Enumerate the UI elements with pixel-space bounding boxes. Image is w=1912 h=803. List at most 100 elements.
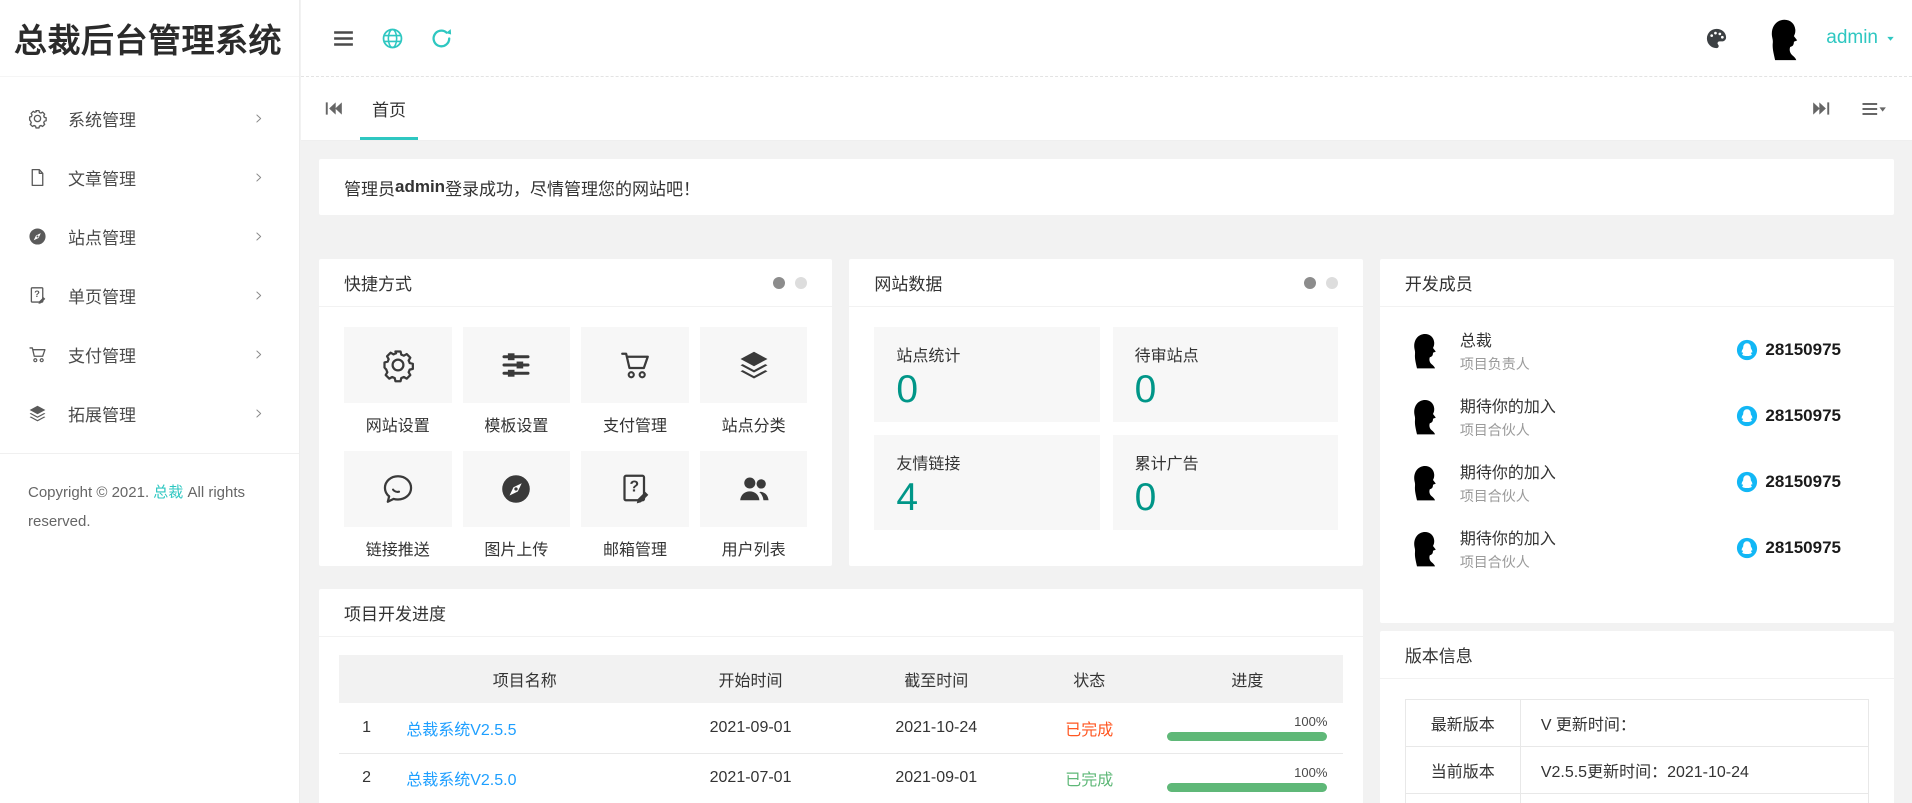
panel-title: 快捷方式: [344, 270, 412, 295]
layers-icon: [27, 403, 48, 424]
sidebar-item-system[interactable]: 系统管理: [0, 89, 299, 148]
sidebar-item-article[interactable]: 文章管理: [0, 148, 299, 207]
shortcut-link-push[interactable]: 链接推送: [344, 451, 452, 566]
users-icon: [736, 471, 772, 507]
list-caret-icon: [1860, 98, 1887, 120]
progress-percent: 100%: [1167, 765, 1327, 780]
row-index: 2: [339, 753, 394, 803]
progress-bar: 100%: [1167, 765, 1327, 792]
shortcut-payment[interactable]: 支付管理: [581, 327, 689, 451]
sidebar-item-label: 拓展管理: [68, 401, 252, 426]
main-content: 管理员 admin 登录成功，尽情管理您的网站吧！ 快捷方式: [301, 141, 1912, 803]
sidebar-item-page[interactable]: 单页管理: [0, 266, 299, 325]
layers-icon: [736, 347, 772, 383]
gear-icon: [27, 108, 48, 129]
welcome-username: admin: [395, 177, 445, 197]
qq-icon: [1736, 471, 1758, 493]
chevron-right-icon: [252, 230, 265, 243]
carousel-dot-active[interactable]: [1304, 277, 1316, 289]
sidebar-item-label: 支付管理: [68, 342, 252, 367]
col-project-name: 项目名称: [394, 655, 655, 703]
carousel-dot-active[interactable]: [773, 277, 785, 289]
chat-smile-icon: [380, 471, 416, 507]
compass-icon: [27, 226, 48, 247]
col-end-date: 截至时间: [846, 655, 1027, 703]
menu-toggle-button[interactable]: [331, 26, 356, 51]
gear-icon: [380, 347, 416, 383]
carousel-dot[interactable]: [795, 277, 807, 289]
sidebar-item-label: 单页管理: [68, 283, 252, 308]
qq-contact[interactable]: 28150975: [1736, 339, 1841, 361]
qq-icon: [1736, 339, 1758, 361]
member-avatar: [1405, 462, 1445, 502]
progress-bar: 100%: [1167, 714, 1327, 741]
tabs-menu-button[interactable]: [1860, 98, 1887, 120]
project-link[interactable]: 总裁系统V2.5.5: [406, 722, 516, 739]
version-panel: 版本信息 最新版本 V 更新时间： 当前版本 V2.5.5更新时间：2021-1…: [1380, 631, 1894, 803]
version-table: 最新版本 V 更新时间： 当前版本 V2.5.5更新时间：2021-10-24: [1405, 699, 1869, 803]
palette-icon: [1704, 26, 1729, 51]
member-avatar: [1405, 528, 1445, 568]
start-date: 2021-07-01: [655, 753, 846, 803]
status-badge: 已完成: [1065, 722, 1113, 739]
topbar: admin: [301, 0, 1912, 77]
compass-icon: [498, 471, 534, 507]
page-edit-icon: [617, 471, 653, 507]
brand-link[interactable]: 总裁: [153, 484, 183, 501]
carousel-dots: [773, 277, 807, 289]
progress-percent: 100%: [1167, 714, 1327, 729]
stat-value: 0: [896, 368, 1077, 413]
sidebar-menu: 系统管理 文章管理 站点管理 单页管理 支付管理 拓展管理: [0, 77, 299, 443]
tabbar: 首页: [301, 77, 1912, 141]
theme-button[interactable]: [1704, 26, 1729, 51]
stat-card-sites: 站点统计 0: [874, 327, 1099, 422]
project-link[interactable]: 总裁系统V2.5.0: [406, 772, 516, 789]
chevron-right-icon: [252, 289, 265, 302]
version-row: [1406, 794, 1868, 803]
team-member: 总裁 项目负责人 28150975: [1405, 317, 1869, 383]
shortcut-site-category[interactable]: 站点分类: [700, 327, 808, 451]
project-progress-panel: 项目开发进度 项目名称 开始时间 截至时间 状态 进度: [319, 589, 1363, 803]
tabs-scroll-right-button[interactable]: [1811, 98, 1832, 119]
chevron-right-icon: [252, 348, 265, 361]
panel-title: 项目开发进度: [344, 600, 446, 625]
qq-icon: [1736, 405, 1758, 427]
refresh-icon: [429, 26, 454, 51]
qq-contact[interactable]: 28150975: [1736, 405, 1841, 427]
cart-icon: [617, 347, 653, 383]
shortcut-user-list[interactable]: 用户列表: [700, 451, 808, 566]
qq-contact[interactable]: 28150975: [1736, 537, 1841, 559]
qq-contact[interactable]: 28150975: [1736, 471, 1841, 493]
member-avatar: [1405, 330, 1445, 370]
sidebar-item-label: 系统管理: [68, 106, 252, 131]
stat-card-ads: 累计广告 0: [1113, 435, 1338, 530]
team-member: 期待你的加入 项目合伙人 28150975: [1405, 383, 1869, 449]
sidebar-item-payment[interactable]: 支付管理: [0, 325, 299, 384]
shortcut-site-settings[interactable]: 网站设置: [344, 327, 452, 451]
site-stats-panel: 网站数据 站点统计 0 待审站点 0: [849, 259, 1362, 566]
sidebar-item-site[interactable]: 站点管理: [0, 207, 299, 266]
tab-home[interactable]: 首页: [354, 77, 424, 140]
progress-table: 项目名称 开始时间 截至时间 状态 进度 1 总裁系统V2.5.5: [339, 655, 1343, 803]
panel-title: 开发成员: [1405, 270, 1473, 295]
shortcut-mailbox[interactable]: 邮箱管理: [581, 451, 689, 566]
col-status: 状态: [1027, 655, 1152, 703]
team-member: 期待你的加入 项目合伙人 28150975: [1405, 515, 1869, 581]
language-button[interactable]: [380, 26, 405, 51]
version-row: 最新版本 V 更新时间：: [1406, 700, 1868, 747]
user-dropdown[interactable]: admin: [1826, 27, 1896, 49]
sidebar-item-extension[interactable]: 拓展管理: [0, 384, 299, 443]
refresh-button[interactable]: [429, 26, 454, 51]
sidebar-item-label: 文章管理: [68, 165, 252, 190]
skip-left-icon: [323, 98, 344, 119]
stat-value: 4: [896, 476, 1077, 521]
user-avatar[interactable]: [1761, 15, 1808, 62]
end-date: 2021-09-01: [846, 753, 1027, 803]
tabs-scroll-left-button[interactable]: [323, 98, 344, 119]
sidebar: 总裁后台管理系统 系统管理 文章管理 站点管理 单页管理 支付管理: [0, 0, 300, 803]
shortcut-template-settings[interactable]: 模板设置: [463, 327, 571, 451]
shortcut-image-upload[interactable]: 图片上传: [463, 451, 571, 566]
carousel-dot[interactable]: [1326, 277, 1338, 289]
stat-value: 0: [1135, 476, 1316, 521]
member-avatar: [1405, 396, 1445, 436]
